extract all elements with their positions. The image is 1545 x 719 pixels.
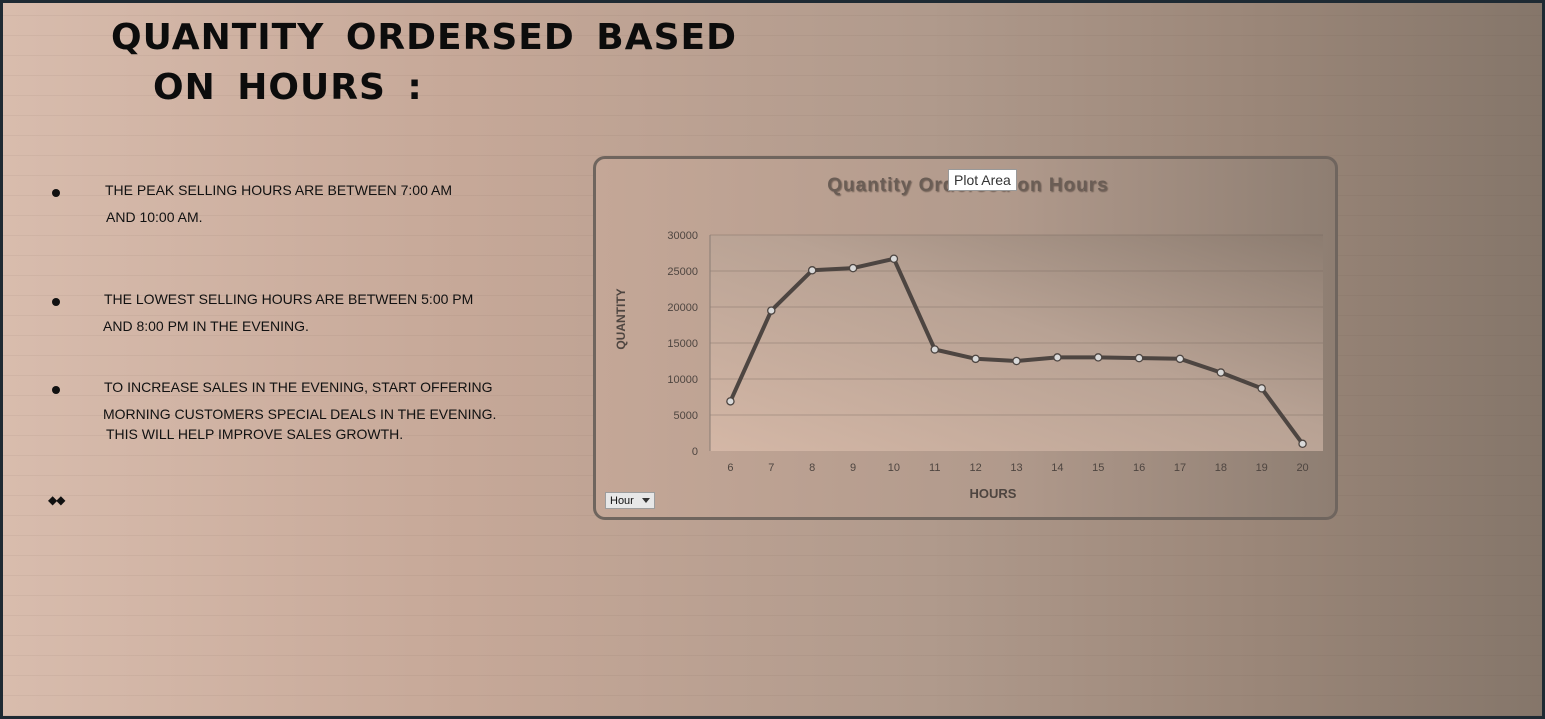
y-tick-label: 20000 <box>667 302 698 314</box>
bullet-2-line-2: AND 8:00 PM IN THE EVENING. <box>103 318 309 334</box>
hour-field-label: Hour <box>610 494 634 507</box>
data-point[interactable] <box>1257 384 1266 393</box>
x-tick-label: 15 <box>1092 462 1104 474</box>
data-point[interactable] <box>807 266 817 275</box>
y-tick-label: 15000 <box>667 338 698 350</box>
x-tick-label: 16 <box>1133 462 1145 474</box>
x-tick-label: 10 <box>888 462 900 474</box>
x-tick-label: 6 <box>727 462 733 474</box>
y-tick-label: 5000 <box>674 410 698 422</box>
data-point[interactable] <box>1053 353 1062 362</box>
x-tick-label: 17 <box>1174 462 1186 474</box>
diamond-bullets: ◆◆ <box>48 493 65 507</box>
data-point[interactable] <box>930 345 940 354</box>
page-title-line-2: ON HOURS : <box>153 67 423 108</box>
data-point[interactable] <box>1012 356 1021 366</box>
x-tick-label: 7 <box>768 462 774 474</box>
line-chart: 0 5000 10000 15000 20000 25000 30000 6 7 8 9 10 11 1… <box>614 175 1323 501</box>
chart-object[interactable]: 0 5000 10000 15000 20000 25000 30000 6 7 8 9 10 11 1… <box>593 156 1338 520</box>
x-axis-label: HOURS <box>970 486 1017 501</box>
data-point[interactable] <box>726 397 735 406</box>
bullet-3-line-2: MORNING CUSTOMERS SPECIAL DEALS IN THE E… <box>103 406 497 422</box>
bullet-dot <box>52 386 60 394</box>
data-point[interactable] <box>1216 368 1226 377</box>
data-point[interactable] <box>1093 353 1103 362</box>
x-tick-label: 11 <box>929 462 940 474</box>
bullet-dot <box>52 189 60 197</box>
bullet-1-line-1: THE PEAK SELLING HOURS ARE BETWEEN 7:00 … <box>105 182 452 198</box>
x-tick-labels: 6 7 8 9 10 11 12 13 14 15 16 17 18 19 20 <box>727 462 1308 474</box>
bullet-dot <box>52 298 60 306</box>
bullet-3-line-3: THIS WILL HELP IMPROVE SALES GROWTH. <box>106 426 404 442</box>
x-tick-label: 9 <box>850 462 856 474</box>
data-point[interactable] <box>767 306 776 315</box>
x-tick-label: 19 <box>1256 462 1268 474</box>
worksheet: QUANTITY ORDERSED BASED ON HOURS : THE P… <box>0 0 1545 719</box>
y-axis-label: QUANTITY <box>614 288 628 349</box>
bullet-2-line-1: THE LOWEST SELLING HOURS ARE BETWEEN 5:0… <box>104 291 474 307</box>
x-tick-label: 20 <box>1296 462 1308 474</box>
bullet-3-line-1: TO INCREASE SALES IN THE EVENING, START … <box>104 379 493 395</box>
x-tick-label: 18 <box>1215 462 1227 474</box>
page-title-line-1: QUANTITY ORDERSED BASED <box>111 17 737 58</box>
data-point[interactable] <box>1175 354 1185 364</box>
x-tick-label: 13 <box>1010 462 1022 474</box>
y-tick-label: 30000 <box>667 230 698 242</box>
y-tick-label: 0 <box>692 446 698 458</box>
data-point[interactable] <box>1134 353 1144 363</box>
x-tick-label: 12 <box>970 462 982 474</box>
x-tick-label: 8 <box>809 462 815 474</box>
y-tick-label: 25000 <box>667 266 698 278</box>
plot-area-tooltip: Plot Area <box>948 169 1017 191</box>
data-point[interactable] <box>971 354 980 364</box>
y-tick-label: 10000 <box>667 374 698 386</box>
dropdown-arrow-icon <box>641 498 650 503</box>
bullet-1-line-2: AND 10:00 AM. <box>106 209 203 225</box>
data-point[interactable] <box>848 263 858 273</box>
hour-field-button[interactable]: Hour <box>605 492 655 509</box>
y-tick-labels: 0 5000 10000 15000 20000 25000 30000 <box>667 230 698 458</box>
data-point[interactable] <box>889 254 899 264</box>
x-tick-label: 14 <box>1051 462 1063 474</box>
data-point[interactable] <box>1298 439 1307 449</box>
